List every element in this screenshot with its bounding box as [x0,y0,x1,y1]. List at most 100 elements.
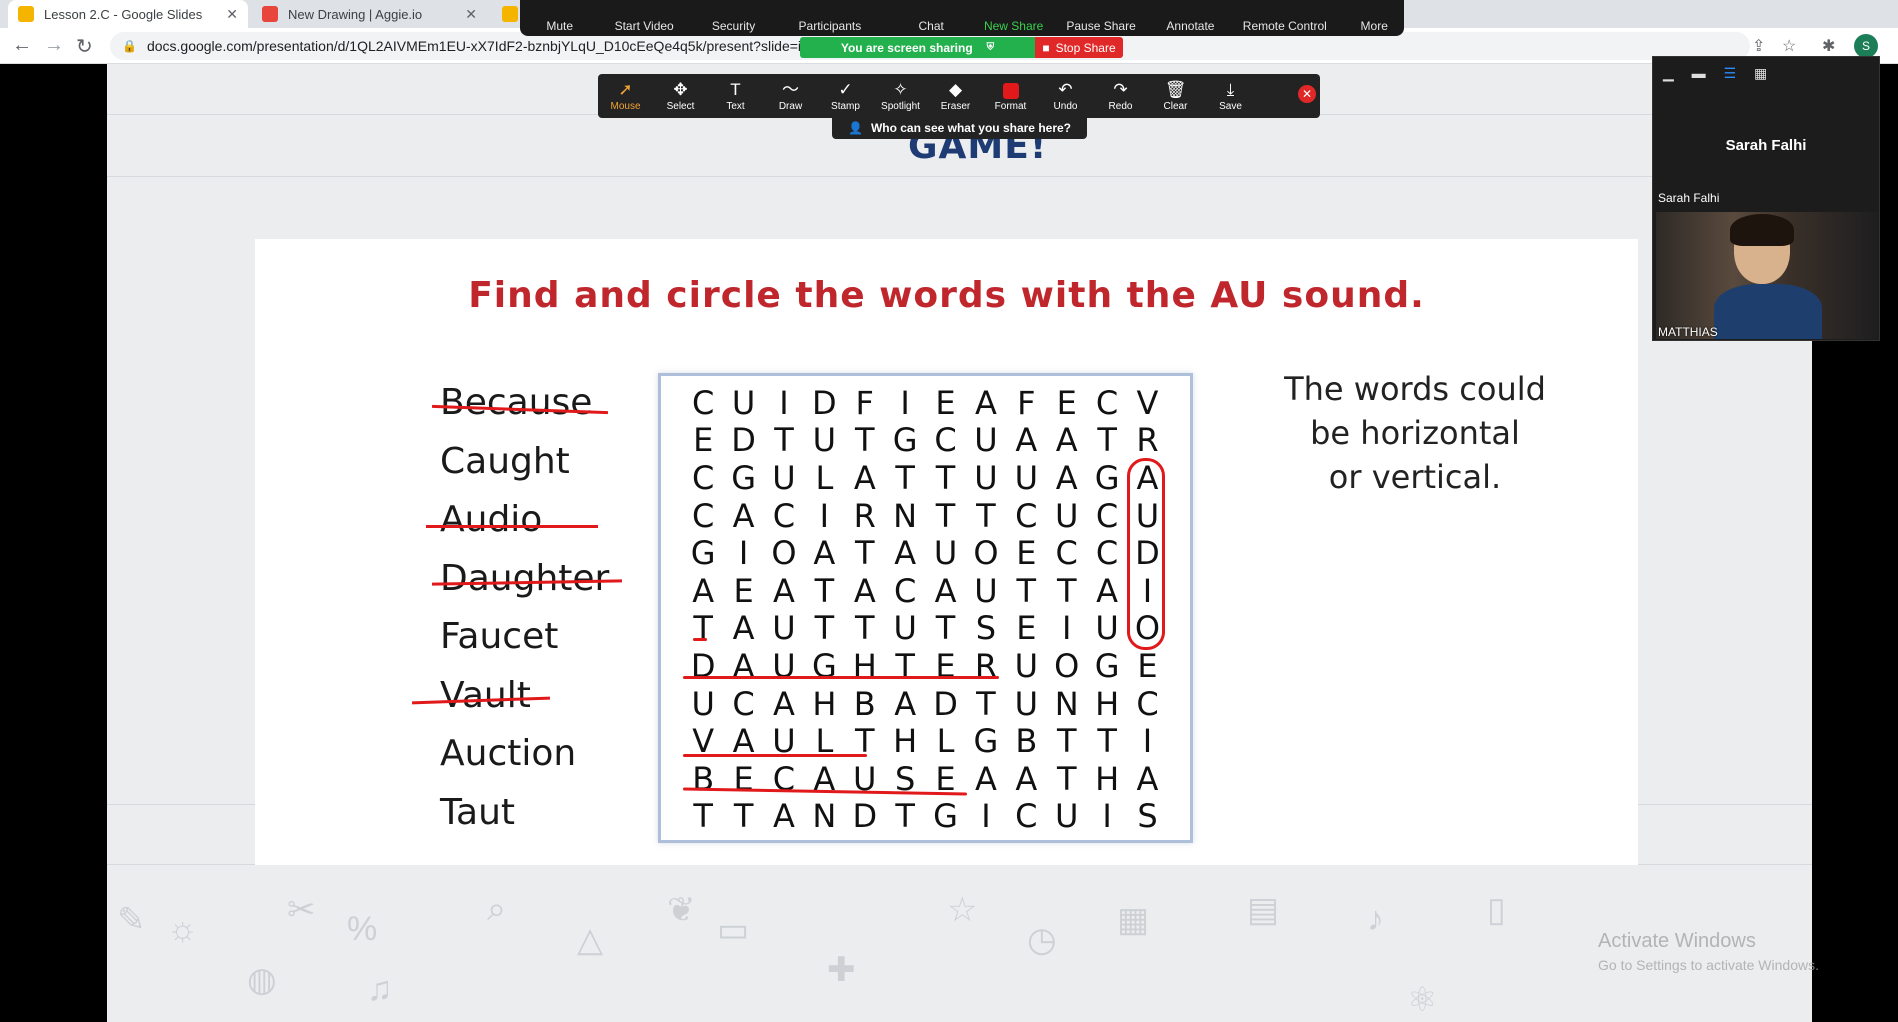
who-can-see-button[interactable]: 👤 Who can see what you share here? [832,117,1087,139]
start-video-button[interactable]: Start Video [599,19,688,33]
tool-redo[interactable]: ↷ Redo [1093,80,1148,112]
word-list-item: Vault [411,667,609,726]
zoom-share-toolbar: Mute Start Video Security Participants C… [520,0,1404,36]
active-speaker-view-icon[interactable]: ☰ [1724,65,1737,81]
extensions-icon[interactable]: ✱ [1822,36,1835,56]
grid-letter: F [1017,383,1036,422]
participants-button[interactable]: Participants [778,19,881,33]
tab-partial[interactable] [492,0,518,28]
lightbulb-doodle-icon: ☼ [167,910,199,948]
grid-letter: B [853,684,876,723]
tool-save[interactable]: ⤓ Save [1203,80,1258,112]
grid-letter: U [772,458,796,497]
grid-letter: A [1055,421,1078,460]
tool-select[interactable]: ✥ Select [653,80,708,112]
grid-letter: U [1014,684,1039,723]
grid-letter: S [1137,797,1158,836]
slides-favicon-icon [18,6,34,22]
draw-icon: 〜 [782,80,799,99]
tool-format[interactable]: Format [983,80,1038,112]
tab-aggie-drawing[interactable]: New Drawing | Aggie.io ✕ [252,0,487,28]
underline-mark [693,638,707,641]
reload-icon[interactable]: ↻ [76,34,93,59]
participant-video[interactable] [1656,212,1878,339]
person-icon: 👤 [847,121,863,135]
grid-letter: T [693,797,713,836]
mute-button[interactable]: Mute [520,19,599,33]
tab-lesson-slides[interactable]: Lesson 2.C - Google Slides ✕ [8,0,248,28]
tool-draw[interactable]: 〜 Draw [763,80,818,112]
grid-letter: T [814,571,835,610]
eraser-icon: ◆ [948,80,963,99]
aggie-favicon-icon [262,6,278,22]
forward-arrow-icon[interactable]: → [44,34,64,57]
grid-letter: S [975,609,997,648]
grid-letter: D [852,797,878,836]
grid-letter: T [935,609,956,648]
annotate-button[interactable]: Annotate [1156,19,1226,33]
more-button[interactable]: More [1344,19,1404,33]
grid-letter: T [1016,571,1037,610]
minimize-icon[interactable]: ▁ [1663,65,1674,81]
close-tab-icon[interactable]: ✕ [465,6,477,23]
security-button[interactable]: Security [689,19,778,33]
grid-letter: R [1136,421,1159,460]
grid-row: UCAHBADTUNHC [683,685,1168,723]
redo-icon: ↷ [1113,80,1128,99]
tool-text[interactable]: T Text [708,80,763,112]
new-share-button[interactable]: New Share [981,19,1047,33]
tool-clear[interactable]: 🗑 Clear [1148,80,1203,112]
plus-doodle-icon: ✚ [827,951,856,989]
tool-eraser[interactable]: ◆ Eraser [928,80,983,112]
grid-row: AEATACAUTTAI [683,572,1168,610]
grid-letter: T [976,496,996,535]
participant-name-large: Sarah Falhi [1725,137,1807,154]
grid-letter: B [1015,722,1038,761]
tool-mouse[interactable]: ➚ Mouse [598,80,653,112]
grid-letter: F [855,383,874,422]
grid-letter: R [853,496,876,535]
basketball-doodle-icon: ◍ [247,961,277,999]
bookmark-star-icon[interactable]: ☆ [1782,36,1796,56]
grid-letter: R [974,646,998,685]
undo-icon: ↶ [1058,80,1073,99]
grid-letter: T [935,458,956,497]
grid-row: GIOATAUOECCD [683,534,1168,572]
grid-letter: H [1095,759,1120,798]
underline-daughter [683,676,999,679]
scissors-doodle-icon: ✂ [287,891,316,929]
word-list-item: Auction [440,733,577,774]
grid-letter: T [1056,571,1077,610]
stop-share-button[interactable]: ■ Stop Share [1035,37,1123,58]
close-tab-icon[interactable]: ✕ [226,6,238,23]
grid-letter: D [731,421,756,460]
grid-letter: A [1136,759,1159,798]
tool-stamp[interactable]: ✓ Stamp [818,80,873,112]
format-icon [983,80,1038,100]
lock-icon: 🔒 [122,39,137,53]
tool-undo[interactable]: ↶ Undo [1038,80,1093,112]
back-arrow-icon[interactable]: ← [12,34,32,57]
grid-letter: U [731,383,756,422]
close-annotation-icon[interactable]: ✕ [1298,85,1316,103]
remote-control-button[interactable]: Remote Control [1225,19,1344,33]
grid-letter: G [1094,646,1120,685]
tool-spotlight[interactable]: ✧ Spotlight [873,80,928,112]
share-page-icon[interactable]: ⇪ [1752,36,1765,56]
instruction-heading: Find and circle the words with the AU so… [468,275,1425,316]
percent-doodle-icon: % [347,910,378,948]
grid-letter: G [731,458,756,497]
triangle-doodle-icon: △ [577,921,604,959]
profile-avatar[interactable]: S [1854,34,1878,58]
grid-letter: N [1054,684,1079,723]
gallery-view-icon[interactable]: ▦ [1754,65,1767,81]
grid-letter: C [1136,684,1159,723]
doodle-strip: ✎ ☼ ✂ % ⌕ △ ❦ ▭ ✚ ☆ ◷ ▦ ▤ ♪ ▯ ♫ ◍ ⚛ [107,880,1812,1022]
grid-letter: E [1137,646,1158,685]
chat-button[interactable]: Chat [882,19,981,33]
grid-letter: T [1056,759,1077,798]
thumbnail-view-icon[interactable]: ▬ [1692,65,1706,81]
grid-letter: C [692,458,715,497]
pause-share-button[interactable]: Pause Share [1046,19,1155,33]
side-note-line: or vertical. [1328,458,1502,496]
